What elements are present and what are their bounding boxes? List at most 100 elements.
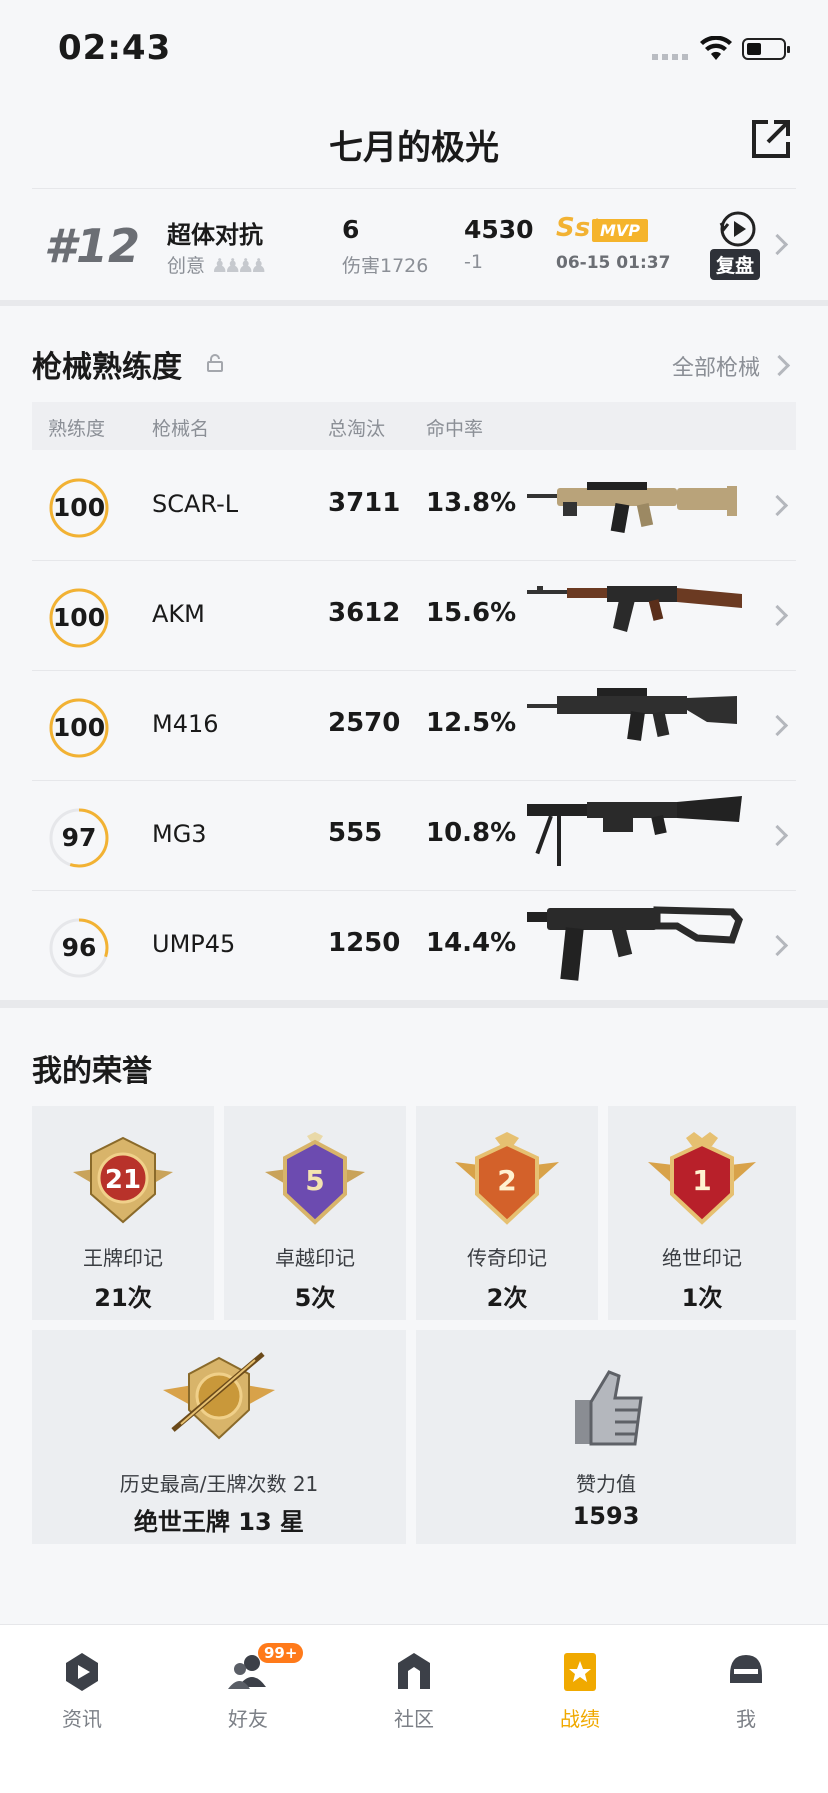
medal-count: 2次 <box>486 1284 528 1312</box>
chevron-right-icon <box>766 714 789 737</box>
lock-icon[interactable] <box>206 354 224 372</box>
weapon-name: MG3 <box>152 820 207 848</box>
weapon-row-mg3[interactable]: 97 MG3 555 10.8% <box>32 780 796 891</box>
tab-news[interactable]: 资讯 <box>22 1639 142 1749</box>
weapon-accuracy: 10.8% <box>426 818 517 848</box>
mastery-value: 100 <box>52 713 106 742</box>
weapon-kills: 2570 <box>328 708 401 738</box>
match-score: 4530 <box>464 215 534 244</box>
replay-label: 复盘 <box>710 249 761 280</box>
match-kills: 6 <box>342 215 360 244</box>
me-icon <box>730 1655 762 1683</box>
page-title: 七月的极光 <box>329 128 499 168</box>
match-time: 06-15 01:37 <box>556 253 671 273</box>
medal-label: 传奇印记 <box>467 1246 547 1270</box>
bottom-tab-bar: 资讯 99+ 好友 社区 战绩 我 <box>0 1624 828 1793</box>
weapon-mastery-title: 枪械熟练度 <box>32 350 182 385</box>
all-weapons-label: 全部枪械 <box>672 356 761 381</box>
weapon-kills: 555 <box>328 818 383 848</box>
section-divider <box>0 1000 828 1008</box>
highest-tier-card[interactable]: 历史最高/王牌次数 21 绝世王牌 13 星 <box>32 1330 406 1544</box>
chevron-right-icon <box>766 494 789 517</box>
match-score-change: -1 <box>464 251 483 273</box>
chevron-right-icon <box>766 604 789 627</box>
medal-card-legend[interactable]: 2 传奇印记 2次 <box>416 1106 598 1320</box>
replay-icon <box>719 211 756 247</box>
weapon-accuracy: 12.5% <box>426 708 517 738</box>
match-mode-sub: 创意 ♟♟♟♟ <box>167 251 267 278</box>
weapon-name: UMP45 <box>152 930 236 958</box>
weapon-mastery-section: 枪械熟练度 全部枪械 熟练度 枪械名 总淘汰 命中率 100 SCAR-L 37… <box>0 306 828 1000</box>
weapon-row-akm[interactable]: 100 AKM 3612 15.6% <box>32 560 796 671</box>
ace-medal-icon: 21 <box>73 1136 173 1224</box>
mastery-value: 100 <box>52 493 106 522</box>
legend-medal-icon: 2 <box>455 1132 559 1225</box>
highest-tier-label: 历史最高/王牌次数 21 <box>119 1472 319 1496</box>
peerless-medal-icon: 1 <box>648 1132 756 1225</box>
tab-me[interactable]: 我 <box>686 1639 806 1749</box>
tab-community[interactable]: 社区 <box>354 1639 474 1749</box>
col-accuracy: 命中率 <box>426 418 484 440</box>
chevron-right-icon <box>766 934 789 957</box>
weapon-accuracy: 14.4% <box>426 928 517 958</box>
medal-count: 1次 <box>681 1284 723 1312</box>
match-damage: 伤害1726 <box>342 255 429 277</box>
replay-button[interactable]: 复盘 <box>708 209 768 280</box>
status-bar: 02:43 <box>0 0 828 96</box>
weapon-row-ump45[interactable]: 96 UMP45 1250 14.4% <box>32 890 796 1000</box>
tab-label: 社区 <box>394 1707 434 1731</box>
all-weapons-link[interactable]: 全部枪械 <box>672 350 760 382</box>
tab-record[interactable]: 战绩 <box>520 1639 640 1749</box>
highest-tier-medal-icon <box>163 1352 275 1440</box>
weapon-accuracy: 15.6% <box>426 598 517 628</box>
medal-card-excellent[interactable]: 5 卓越印记 5次 <box>224 1106 406 1320</box>
weapon-row-scar-l[interactable]: 100 SCAR-L 3711 13.8% <box>32 450 796 561</box>
match-mode: 超体对抗 <box>167 221 263 249</box>
likes-label: 赞力值 <box>576 1472 636 1496</box>
honor-title: 我的荣誉 <box>32 1054 152 1089</box>
signal-icon <box>652 54 692 60</box>
m416-rifle-image <box>527 688 737 741</box>
mastery-value: 97 <box>61 823 97 852</box>
team-icon: ♟♟♟♟ <box>211 255 267 277</box>
mastery-value: 100 <box>52 603 106 632</box>
medal-number: 2 <box>497 1164 516 1197</box>
header: 七月的极光 <box>0 96 828 186</box>
tab-label: 我 <box>736 1707 756 1731</box>
news-icon <box>66 1653 98 1691</box>
chevron-right-icon <box>766 233 789 256</box>
medal-card-peerless[interactable]: 1 绝世印记 1次 <box>608 1106 796 1320</box>
col-kills: 总淘汰 <box>328 418 386 440</box>
col-mastery: 熟练度 <box>48 418 106 440</box>
medal-card-ace[interactable]: 21 王牌印记 21次 <box>32 1106 214 1320</box>
chevron-right-icon <box>768 354 791 377</box>
medal-number: 5 <box>305 1164 324 1197</box>
likes-card[interactable]: 赞力值 1593 <box>416 1330 796 1544</box>
share-icon[interactable] <box>748 116 794 162</box>
weapon-accuracy: 13.8% <box>426 488 517 518</box>
weapon-kills: 3612 <box>328 598 401 628</box>
weapon-table-header: 熟练度 枪械名 总淘汰 命中率 <box>32 402 796 450</box>
tab-friends[interactable]: 99+ 好友 <box>188 1639 308 1749</box>
medal-count: 5次 <box>294 1284 336 1312</box>
weapon-row-m416[interactable]: 100 M416 2570 12.5% <box>32 670 796 781</box>
friends-badge: 99+ <box>258 1643 304 1663</box>
honor-section: 我的荣誉 21 王牌印记 21次 5 卓越印记 5次 2 传奇印记 2次 1 绝… <box>0 1010 828 1610</box>
chevron-right-icon <box>766 824 789 847</box>
medal-number: 1 <box>692 1164 711 1197</box>
thumbs-up-icon <box>575 1370 643 1446</box>
scar-l-rifle-image <box>527 482 737 534</box>
record-icon <box>564 1653 596 1691</box>
community-icon <box>398 1653 430 1689</box>
medal-label: 卓越印记 <box>275 1246 355 1270</box>
match-rank: #12 <box>44 219 141 273</box>
wifi-icon <box>700 36 732 60</box>
akm-rifle-image <box>527 586 742 632</box>
mode-sub-text: 创意 <box>167 255 206 277</box>
recent-match-card[interactable]: #12 超体对抗 创意 ♟♟♟♟ 6 伤害1726 4530 -1 Ss⁺ MV… <box>32 188 796 299</box>
status-time: 02:43 <box>58 28 172 68</box>
medal-label: 王牌印记 <box>83 1246 163 1270</box>
tab-label: 好友 <box>228 1707 268 1731</box>
medal-label: 绝世印记 <box>662 1246 742 1270</box>
col-name: 枪械名 <box>152 418 210 440</box>
